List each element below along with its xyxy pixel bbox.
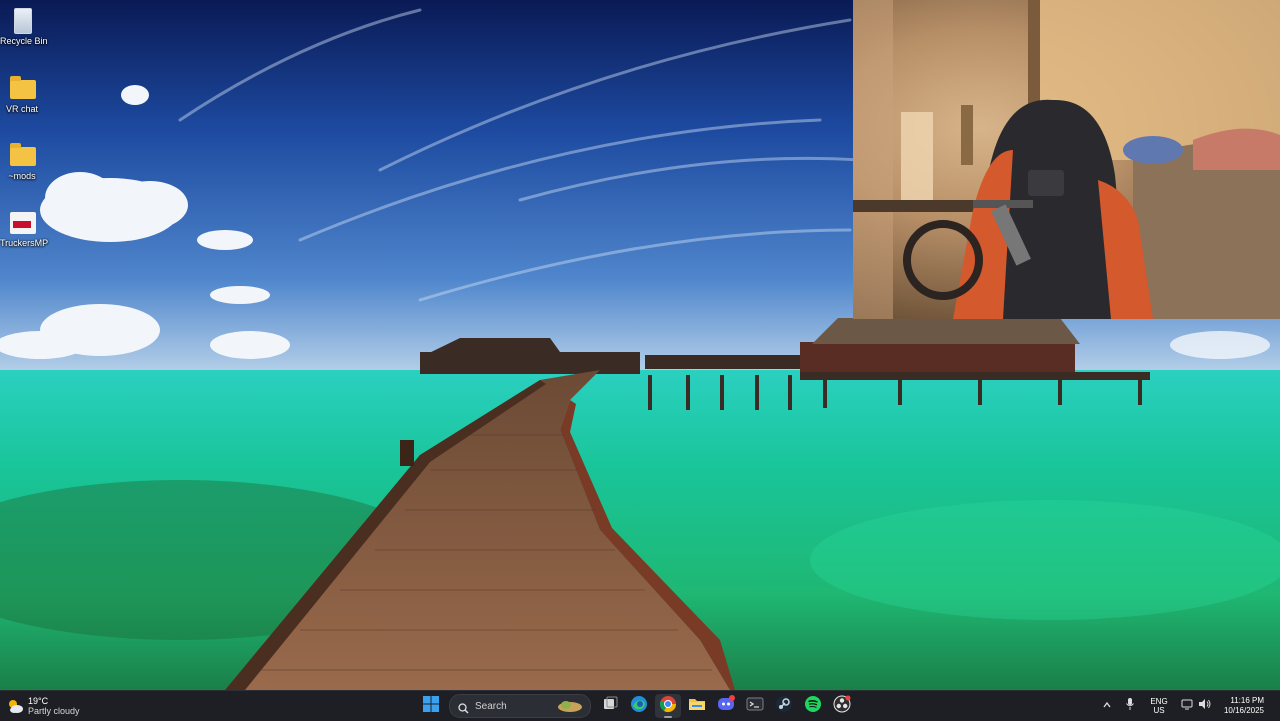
- chevron-up-icon: [1102, 697, 1112, 715]
- steam-icon: [775, 695, 793, 718]
- edge-icon: [630, 695, 648, 718]
- taskbar-clock[interactable]: 11:16 PM 10/16/2025: [1220, 694, 1268, 718]
- clock-time: 11:16 PM: [1230, 696, 1265, 705]
- terminal-icon: [746, 696, 764, 717]
- desktop-icon-label: VR chat: [5, 104, 38, 114]
- start-button[interactable]: [418, 694, 444, 718]
- desktop-icon-recycle-bin[interactable]: Recycle Bin: [0, 6, 48, 46]
- edge-button[interactable]: [626, 694, 652, 718]
- weather-temperature: 19°C: [28, 696, 49, 706]
- microphone-icon: [1125, 697, 1135, 716]
- microphone-button[interactable]: [1125, 694, 1135, 718]
- show-hidden-icons-button[interactable]: [1102, 694, 1112, 718]
- webcam-scene: [853, 0, 1280, 319]
- terminal-button[interactable]: [742, 694, 768, 718]
- folder-icon: [10, 143, 36, 166]
- folder-icon: [10, 76, 36, 99]
- search-highlight-art-icon: [556, 698, 584, 713]
- taskbar-apps: Search: [416, 693, 856, 719]
- partly-cloudy-icon: [6, 697, 24, 715]
- weather-condition: Partly cloudy: [28, 706, 80, 716]
- chrome-button[interactable]: [654, 694, 681, 718]
- chrome-icon: [659, 695, 677, 718]
- discord-button[interactable]: [713, 694, 739, 718]
- quick-settings-button[interactable]: [1181, 694, 1211, 718]
- desktop-icon-label: Recycle Bin: [0, 36, 48, 46]
- desktop-icon-label: TruckersMP: [0, 238, 49, 248]
- spotify-button[interactable]: [800, 694, 826, 718]
- file-explorer-button[interactable]: [684, 694, 710, 718]
- network-icon: [1181, 697, 1193, 715]
- recycle-bin-icon: [14, 8, 32, 34]
- search-icon: [458, 701, 469, 713]
- clock-date: 10/16/2025: [1223, 706, 1265, 715]
- keyboard-region: US: [1153, 706, 1165, 715]
- system-tray: ENG US 11:16 PM 10/16/2025: [1099, 693, 1280, 719]
- weather-widget[interactable]: 19°C Partly cloudy: [6, 694, 80, 718]
- taskbar-search-box[interactable]: Search: [449, 694, 591, 718]
- desktop-icon-vr-chat[interactable]: VR chat: [0, 74, 44, 114]
- desktop-icon-truckersmp[interactable]: TruckersMP: [0, 208, 49, 248]
- obs-icon: [833, 695, 851, 718]
- language-code: ENG: [1150, 697, 1168, 706]
- taskbar: 19°C Partly cloudy Search ENG US 11:16 P…: [0, 690, 1280, 721]
- spotify-icon: [804, 695, 822, 718]
- task-view-icon: [602, 696, 618, 717]
- webcam-overlay: [853, 0, 1280, 319]
- desktop-icon-mods[interactable]: ~mods: [0, 141, 44, 181]
- task-view-button[interactable]: [597, 694, 623, 718]
- discord-icon: [717, 694, 735, 718]
- truckersmp-icon: [10, 212, 36, 234]
- volume-icon: [1198, 697, 1211, 715]
- steam-button[interactable]: [771, 694, 797, 718]
- file-explorer-icon: [688, 696, 706, 717]
- language-indicator[interactable]: ENG US: [1146, 694, 1172, 718]
- obs-button[interactable]: [829, 694, 855, 718]
- search-placeholder: Search: [475, 700, 507, 712]
- windows-start-icon: [422, 695, 439, 717]
- desktop-icon-label: ~mods: [8, 171, 36, 181]
